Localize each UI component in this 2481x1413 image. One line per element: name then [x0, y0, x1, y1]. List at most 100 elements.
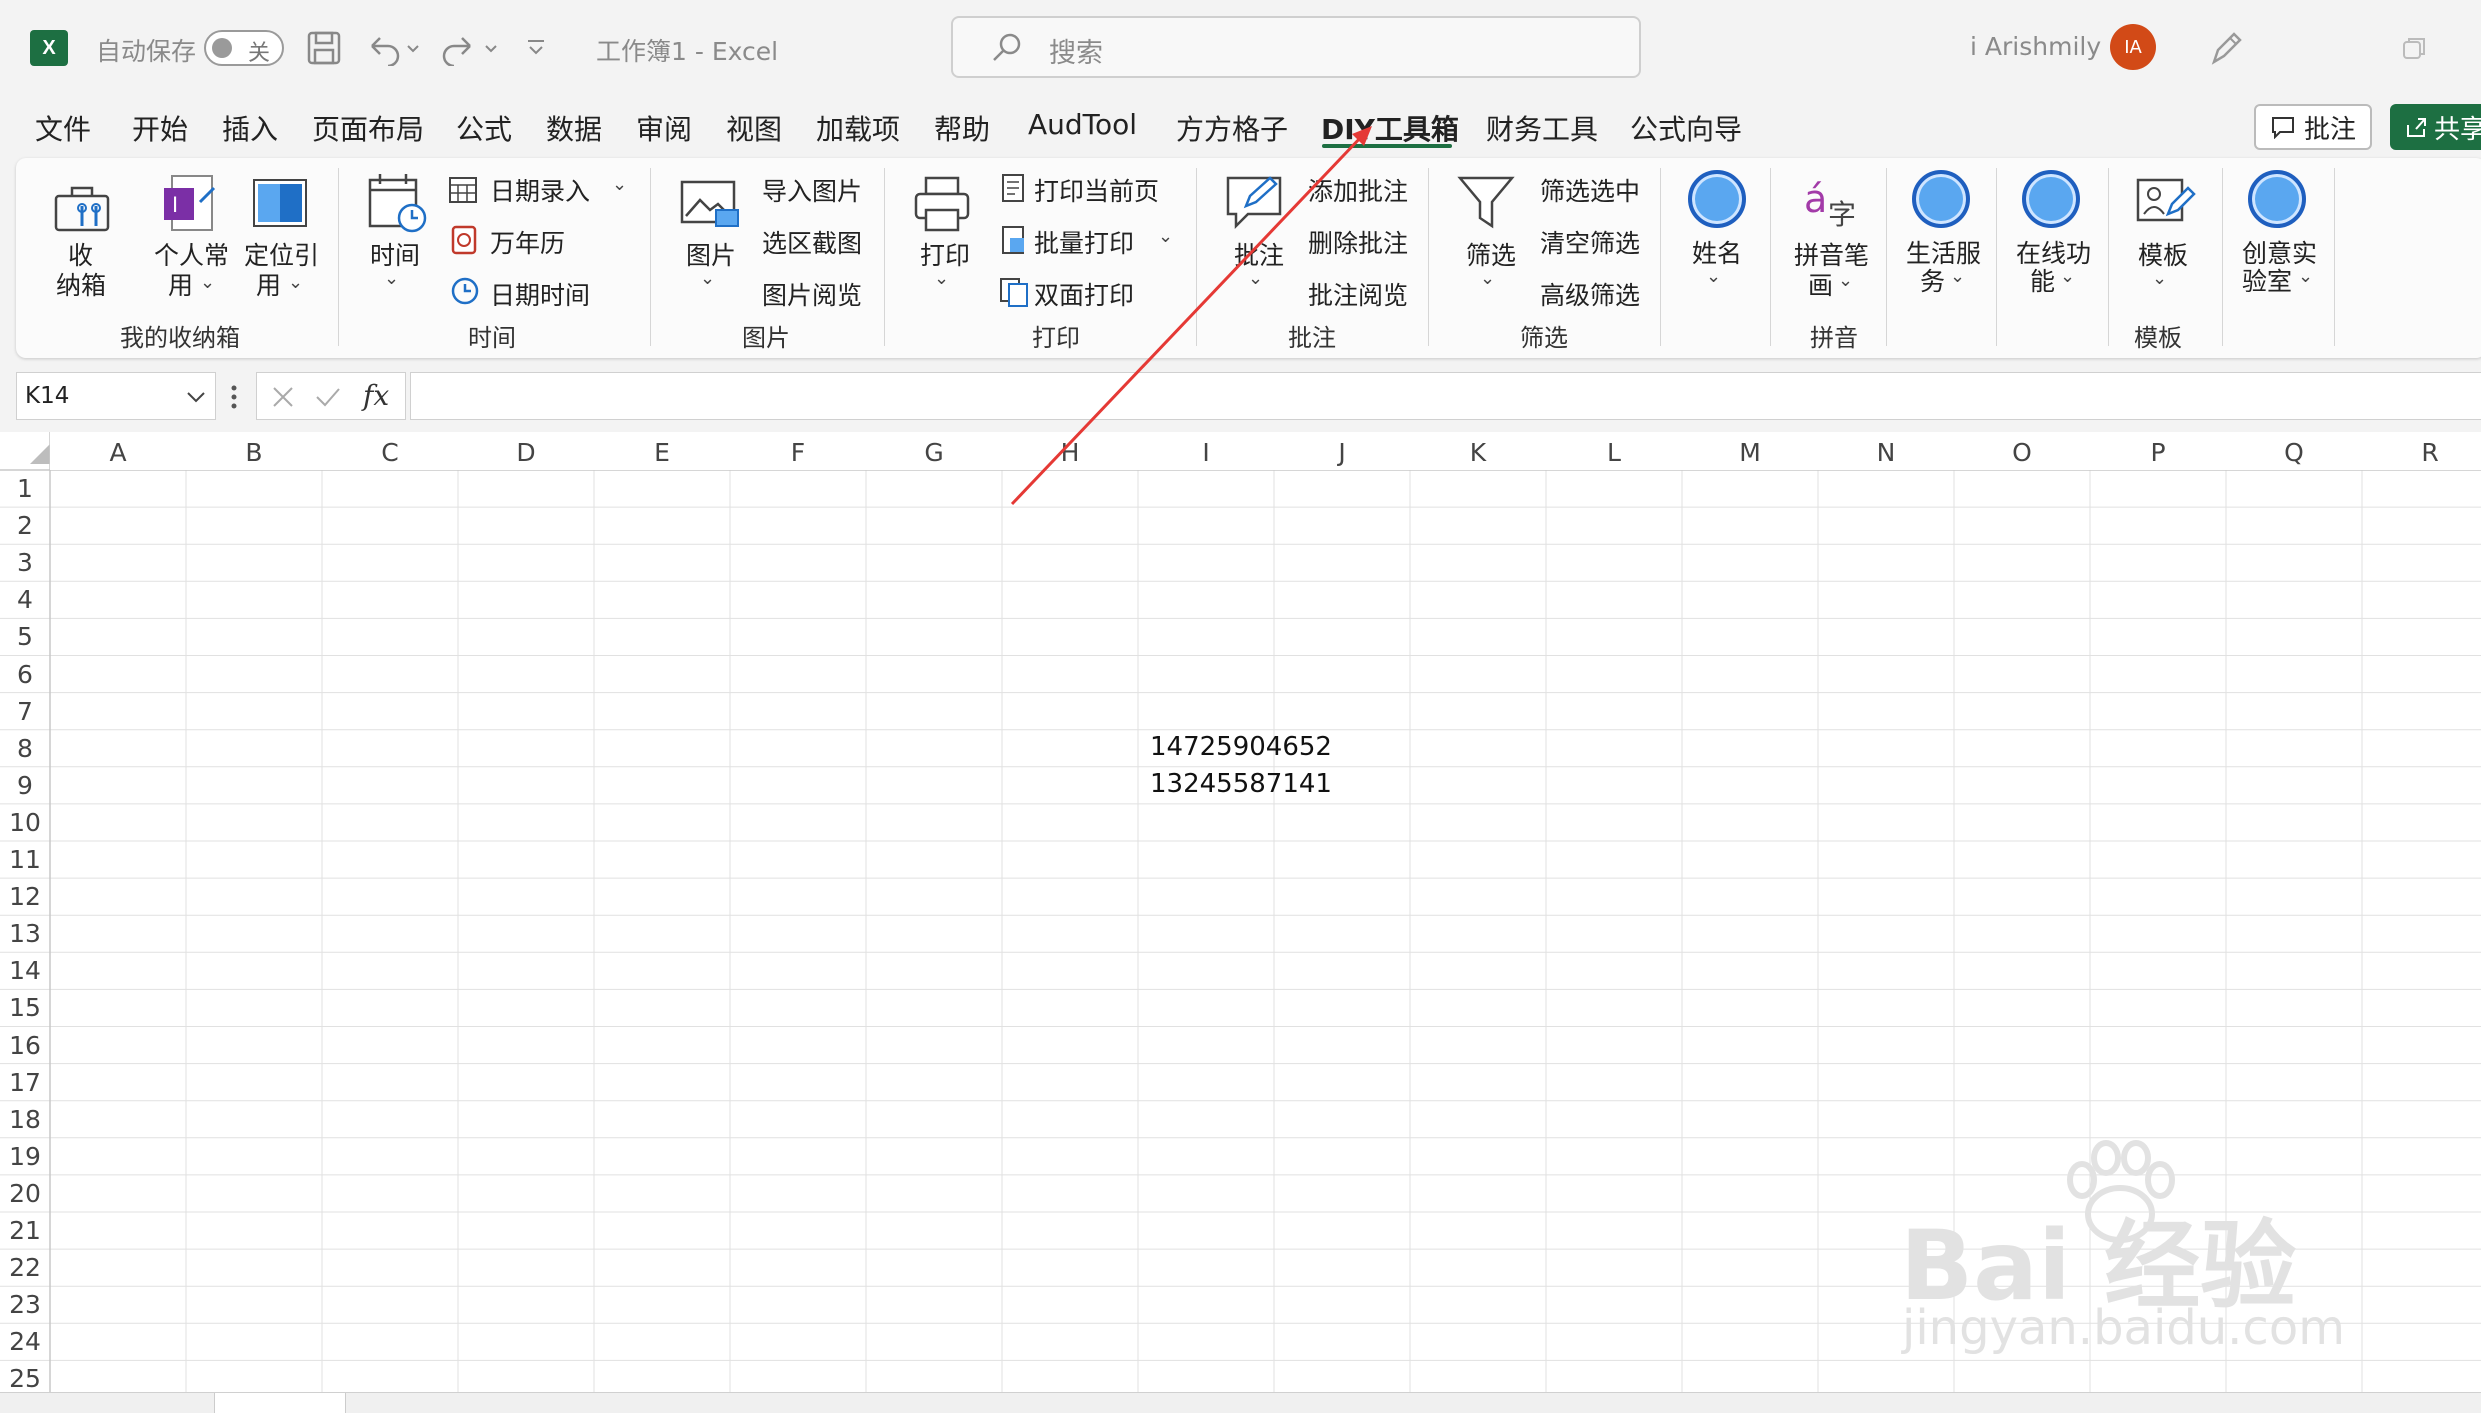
chevron-down-icon[interactable]: ⌄ — [384, 268, 399, 289]
comment-big-label[interactable]: 批注 — [1234, 236, 1284, 272]
row-header[interactable]: 4 — [0, 585, 50, 622]
column-header[interactable]: A — [50, 432, 186, 470]
chevron-down-icon[interactable]: ⌄ — [700, 268, 715, 289]
tab-data[interactable]: 数据 — [546, 108, 602, 148]
online-big-line2[interactable]: 能 — [2030, 262, 2055, 298]
chevron-down-icon[interactable]: ⌄ — [288, 272, 303, 293]
chevron-down-icon[interactable]: ⌄ — [1706, 266, 1721, 287]
pinyin-big-line2[interactable]: 画 — [1808, 266, 1833, 302]
autosave-toggle[interactable]: 关 — [204, 30, 284, 66]
filter-big-label[interactable]: 筛选 — [1466, 236, 1516, 272]
name-box[interactable]: K14 — [16, 372, 216, 420]
tab-help[interactable]: 帮助 — [934, 108, 990, 148]
chevron-down-icon[interactable]: ⌄ — [1950, 266, 1965, 287]
lab-big-line2[interactable]: 验室 — [2242, 262, 2292, 298]
storage-big1-line2[interactable]: 纳箱 — [56, 266, 106, 302]
chevron-down-icon[interactable] — [185, 389, 207, 405]
filter-selected-button[interactable]: 筛选选中 — [1540, 172, 1640, 208]
locate-reference-icon[interactable] — [250, 176, 310, 230]
chevron-down-icon[interactable]: ⌄ — [1838, 270, 1853, 291]
picture-viewer-button[interactable]: 图片阅览 — [762, 276, 862, 312]
life-services-icon[interactable] — [1912, 170, 1970, 228]
chevron-down-icon[interactable]: ⌄ — [612, 174, 627, 195]
column-header[interactable]: L — [1546, 432, 1682, 470]
duplex-print-icon[interactable] — [998, 276, 1030, 308]
clock-icon[interactable] — [450, 276, 480, 306]
time-big-label[interactable]: 时间 — [370, 236, 420, 272]
batch-print-button[interactable]: 批量打印 — [1034, 224, 1134, 260]
tab-home[interactable]: 开始 — [132, 108, 188, 148]
redo-icon[interactable] — [442, 30, 502, 66]
storage-big3-line2[interactable]: 用 — [256, 266, 281, 302]
column-header[interactable]: N — [1818, 432, 1954, 470]
tab-audtool[interactable]: AudTool — [1028, 108, 1137, 141]
template-big-label[interactable]: 模板 — [2138, 236, 2188, 272]
tab-file[interactable]: 文件 — [35, 108, 91, 148]
insert-function-icon[interactable]: fx — [363, 379, 389, 412]
perpetual-calendar-icon[interactable] — [450, 224, 478, 256]
tab-review[interactable]: 审阅 — [636, 108, 692, 148]
column-header[interactable]: G — [866, 432, 1002, 470]
tab-finance-tools[interactable]: 财务工具 — [1486, 108, 1598, 148]
duplex-print-button[interactable]: 双面打印 — [1034, 276, 1134, 312]
column-header[interactable]: O — [1954, 432, 2090, 470]
column-header[interactable]: F — [730, 432, 866, 470]
add-comment-button[interactable]: 添加批注 — [1308, 172, 1408, 208]
calendar-clock-icon[interactable] — [366, 172, 428, 236]
row-header[interactable]: 23 — [0, 1290, 50, 1327]
date-entry-button[interactable]: 日期录入 — [490, 172, 590, 208]
cell-i9[interactable]: 13245587141 — [1150, 769, 1332, 799]
chevron-down-icon[interactable]: ⌄ — [2060, 266, 2075, 287]
row-header[interactable]: 9 — [0, 771, 50, 808]
tab-insert[interactable]: 插入 — [222, 108, 278, 148]
date-time-button[interactable]: 日期时间 — [490, 276, 590, 312]
row-header[interactable]: 17 — [0, 1068, 50, 1105]
column-header[interactable]: J — [1274, 432, 1410, 470]
cell-i8[interactable]: 14725904652 — [1150, 732, 1332, 762]
column-header[interactable]: C — [322, 432, 458, 470]
printer-icon[interactable] — [912, 174, 974, 234]
row-header[interactable]: 12 — [0, 882, 50, 919]
row-header[interactable]: 7 — [0, 697, 50, 734]
picture-big-label[interactable]: 图片 — [686, 236, 736, 272]
column-header[interactable]: K — [1410, 432, 1546, 470]
row-header[interactable]: 21 — [0, 1216, 50, 1253]
storage-big2-line2[interactable]: 用 — [168, 266, 193, 302]
tab-addins[interactable]: 加载项 — [816, 108, 900, 148]
chevron-down-icon[interactable]: ⌄ — [2152, 268, 2167, 289]
creative-lab-icon[interactable] — [2248, 170, 2306, 228]
chevron-down-icon[interactable]: ⌄ — [1158, 226, 1173, 247]
tab-view[interactable]: 视图 — [726, 108, 782, 148]
formula-input[interactable] — [410, 372, 2481, 420]
comments-button[interactable]: 批注 — [2254, 104, 2372, 150]
comment-pen-icon[interactable] — [1224, 172, 1290, 234]
enter-check-icon[interactable] — [315, 385, 341, 409]
row-header[interactable]: 11 — [0, 845, 50, 882]
date-entry-icon[interactable] — [448, 174, 478, 204]
save-icon[interactable] — [306, 30, 342, 66]
chevron-down-icon[interactable]: ⌄ — [1248, 268, 1263, 289]
tab-fangfanggezi[interactable]: 方方格子 — [1176, 108, 1288, 148]
import-picture-button[interactable]: 导入图片 — [762, 172, 862, 208]
name-circle-icon[interactable] — [1688, 170, 1746, 228]
row-header[interactable]: 15 — [0, 993, 50, 1030]
print-page-icon[interactable] — [998, 172, 1028, 204]
chevron-down-icon[interactable]: ⌄ — [2298, 266, 2313, 287]
row-header[interactable]: 6 — [0, 660, 50, 697]
advanced-filter-button[interactable]: 高级筛选 — [1540, 276, 1640, 312]
column-header[interactable]: H — [1002, 432, 1138, 470]
chevron-down-icon[interactable]: ⌄ — [200, 272, 215, 293]
sheet-tab[interactable] — [214, 1393, 346, 1413]
column-header[interactable]: E — [594, 432, 730, 470]
template-icon[interactable] — [2134, 174, 2196, 232]
chevron-down-icon[interactable]: ⌄ — [934, 268, 949, 289]
tab-diy-toolbox[interactable]: DIY工具箱 — [1321, 108, 1459, 148]
perpetual-calendar-button[interactable]: 万年历 — [490, 224, 565, 260]
customize-toolbar-icon[interactable] — [524, 36, 548, 60]
column-header[interactable]: D — [458, 432, 594, 470]
pen-icon[interactable] — [2208, 28, 2244, 68]
area-screenshot-button[interactable]: 选区截图 — [762, 224, 862, 260]
avatar[interactable]: IA — [2110, 24, 2156, 70]
row-header[interactable]: 14 — [0, 956, 50, 993]
row-header[interactable]: 24 — [0, 1327, 50, 1364]
